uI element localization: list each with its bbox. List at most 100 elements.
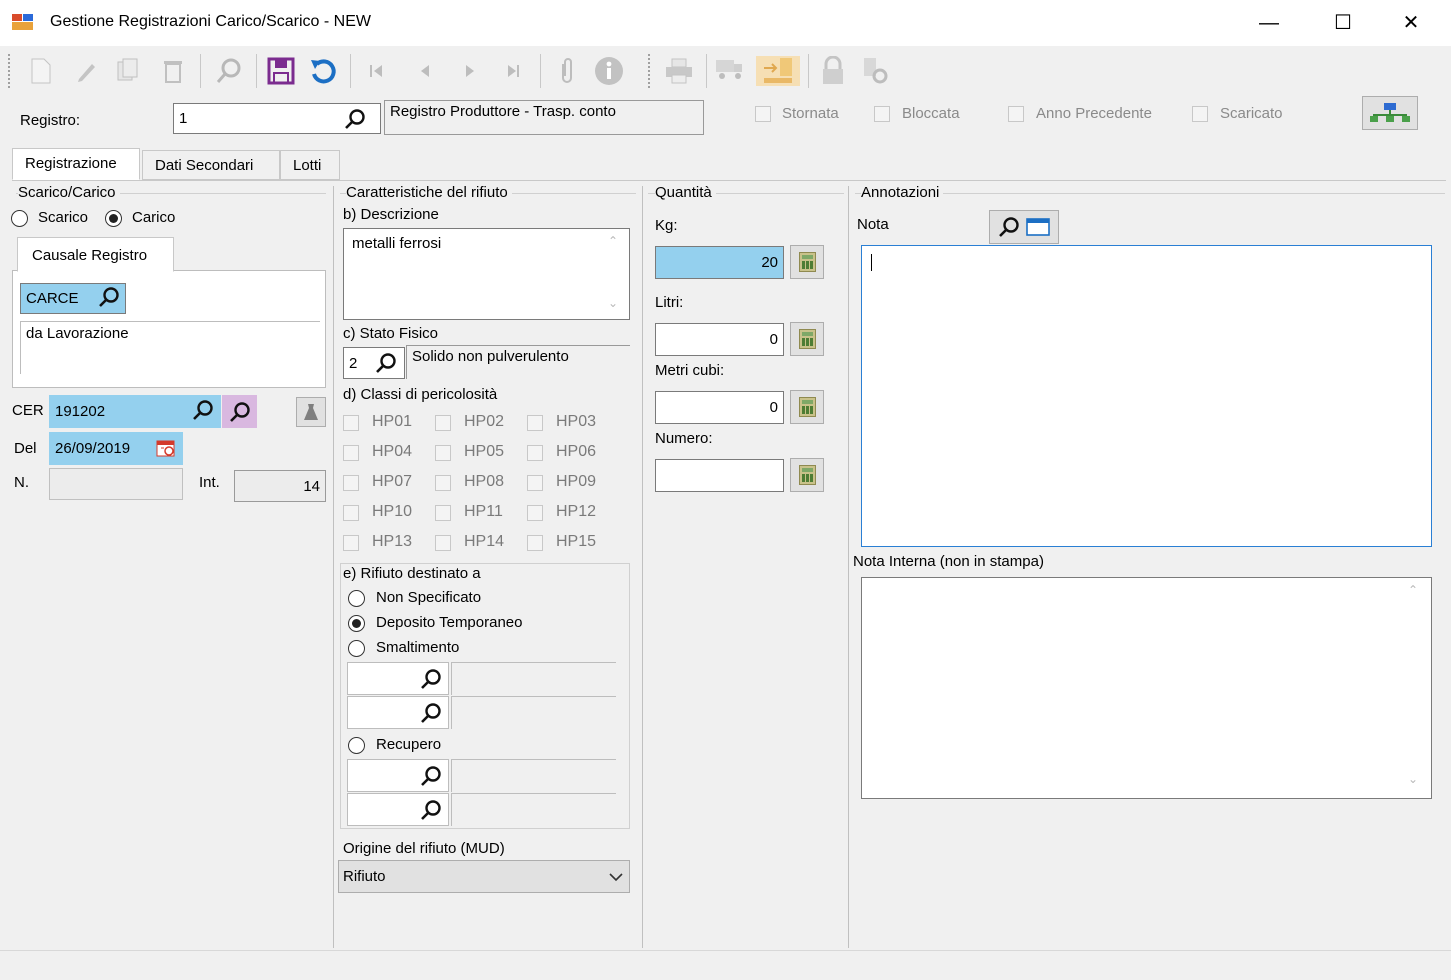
numero-calculator-button[interactable] [790, 458, 824, 492]
settings-truck-icon[interactable] [860, 56, 890, 86]
litri-calculator-button[interactable] [790, 322, 824, 356]
hp-checkbox[interactable] [435, 505, 451, 521]
toolbar-separator [256, 54, 258, 88]
n-input[interactable] [49, 468, 183, 500]
kg-calculator-button[interactable] [790, 245, 824, 279]
numero-input[interactable] [655, 459, 784, 492]
kg-input[interactable]: 20 [655, 246, 784, 279]
destination-code-input[interactable] [347, 759, 449, 792]
origine-label: Origine del rifiuto (MUD) [343, 840, 505, 857]
scroll-up-arrow[interactable]: ⌃ [608, 234, 618, 248]
hp-checkbox-label: HP13 [372, 533, 413, 550]
non-specificato-label: Non Specificato [376, 589, 482, 606]
tab-lotti[interactable]: Lotti [280, 150, 340, 180]
cer-search-icon[interactable] [192, 399, 216, 423]
transfer-truck-icon[interactable] [714, 56, 744, 86]
carico-radio[interactable] [105, 210, 122, 227]
hp-checkbox[interactable] [435, 535, 451, 551]
scroll-up-arrow[interactable]: ⌃ [1408, 583, 1418, 597]
printer-icon[interactable] [664, 56, 694, 86]
calendar-icon[interactable] [156, 438, 178, 460]
scaricato-checkbox[interactable] [1192, 106, 1208, 122]
hp-checkbox[interactable] [435, 415, 451, 431]
cer-search-alt-button[interactable] [222, 395, 257, 428]
stornata-checkbox[interactable] [755, 106, 771, 122]
org-chart-button[interactable] [1362, 96, 1418, 130]
nota-lookup-button[interactable] [989, 210, 1059, 244]
hp-checkbox[interactable] [343, 415, 359, 431]
tab-causale-registro[interactable]: Causale Registro [17, 237, 174, 272]
tab-dati-secondari[interactable]: Dati Secondari [142, 150, 280, 180]
smaltimento-radio[interactable] [348, 640, 365, 657]
hp-checkbox-label: HP07 [372, 473, 413, 490]
nota-interna-label: Nota Interna (non in stampa) [853, 553, 1044, 570]
attachment-paperclip-icon[interactable] [552, 56, 582, 86]
minimize-button[interactable]: — [1246, 6, 1292, 40]
hp-checkbox[interactable] [527, 475, 543, 491]
info-icon[interactable] [594, 56, 624, 86]
edit-pencil-icon[interactable] [72, 56, 102, 86]
hp-checkbox-label: HP01 [372, 413, 413, 430]
hp-checkbox-label: HP12 [556, 503, 597, 520]
previous-record-icon[interactable] [410, 56, 440, 86]
origine-select-value: Rifiuto [343, 868, 386, 885]
causale-search-icon[interactable] [98, 286, 122, 310]
delete-trash-icon[interactable] [158, 56, 188, 86]
new-document-icon[interactable] [26, 56, 56, 86]
load-conveyor-icon[interactable] [756, 56, 800, 86]
nota-interna-textarea[interactable] [861, 577, 1432, 799]
hp-checkbox[interactable] [527, 505, 543, 521]
litri-input[interactable]: 0 [655, 323, 784, 356]
app-icon [12, 12, 34, 32]
copy-icon[interactable] [113, 56, 143, 86]
hp-checkbox[interactable] [343, 535, 359, 551]
anno-precedente-checkbox[interactable] [1008, 106, 1024, 122]
caratteristiche-title: Caratteristiche del rifiuto [346, 184, 512, 201]
lock-icon[interactable] [818, 56, 848, 86]
destination-description [451, 696, 616, 729]
destination-code-input[interactable] [347, 793, 449, 826]
hp-checkbox[interactable] [343, 505, 359, 521]
maximize-button[interactable]: ☐ [1320, 6, 1366, 40]
hp-checkbox[interactable] [343, 475, 359, 491]
hp-checkbox[interactable] [435, 475, 451, 491]
scroll-down-arrow[interactable]: ⌄ [1408, 772, 1418, 786]
group-line [855, 193, 1445, 194]
hp-checkbox-label: HP08 [464, 473, 505, 490]
next-record-icon[interactable] [455, 56, 485, 86]
destination-code-input[interactable] [347, 696, 449, 729]
hp-checkbox[interactable] [527, 445, 543, 461]
bloccata-checkbox[interactable] [874, 106, 890, 122]
non-specificato-radio[interactable] [348, 590, 365, 607]
hp-checkbox[interactable] [435, 445, 451, 461]
tab-registrazione[interactable]: Registrazione [12, 148, 140, 180]
origine-select[interactable]: Rifiuto [338, 860, 630, 893]
deposito-temporaneo-radio[interactable] [348, 615, 365, 632]
window-title: Gestione Registrazioni Carico/Scarico - … [50, 13, 371, 30]
scarico-radio[interactable] [11, 210, 28, 227]
recupero-radio[interactable] [348, 737, 365, 754]
undo-refresh-icon[interactable] [308, 56, 338, 86]
hp-checkbox[interactable] [343, 445, 359, 461]
stato-search-icon[interactable] [375, 352, 399, 376]
save-icon[interactable] [266, 56, 296, 86]
first-record-icon[interactable] [362, 56, 392, 86]
waste-bag-button[interactable] [296, 397, 326, 427]
status-bar [0, 950, 1451, 980]
toolbar-grip [648, 54, 650, 88]
nota-textarea[interactable] [861, 245, 1432, 547]
toolbar-separator [706, 54, 708, 88]
metri-cubi-input[interactable]: 0 [655, 391, 784, 424]
registro-search-icon[interactable] [344, 108, 368, 130]
last-record-icon[interactable] [498, 56, 528, 86]
hp-checkbox[interactable] [527, 535, 543, 551]
destination-code-input[interactable] [347, 662, 449, 695]
metri-cubi-calculator-button[interactable] [790, 390, 824, 424]
int-input[interactable]: 14 [234, 470, 326, 502]
search-icon[interactable] [214, 56, 244, 86]
hp-checkbox[interactable] [527, 415, 543, 431]
close-button[interactable]: ✕ [1388, 6, 1434, 40]
scaricato-label: Scaricato [1220, 105, 1283, 122]
descrizione-textarea[interactable]: metalli ferrosi [343, 228, 630, 320]
scroll-down-arrow[interactable]: ⌄ [608, 296, 618, 310]
